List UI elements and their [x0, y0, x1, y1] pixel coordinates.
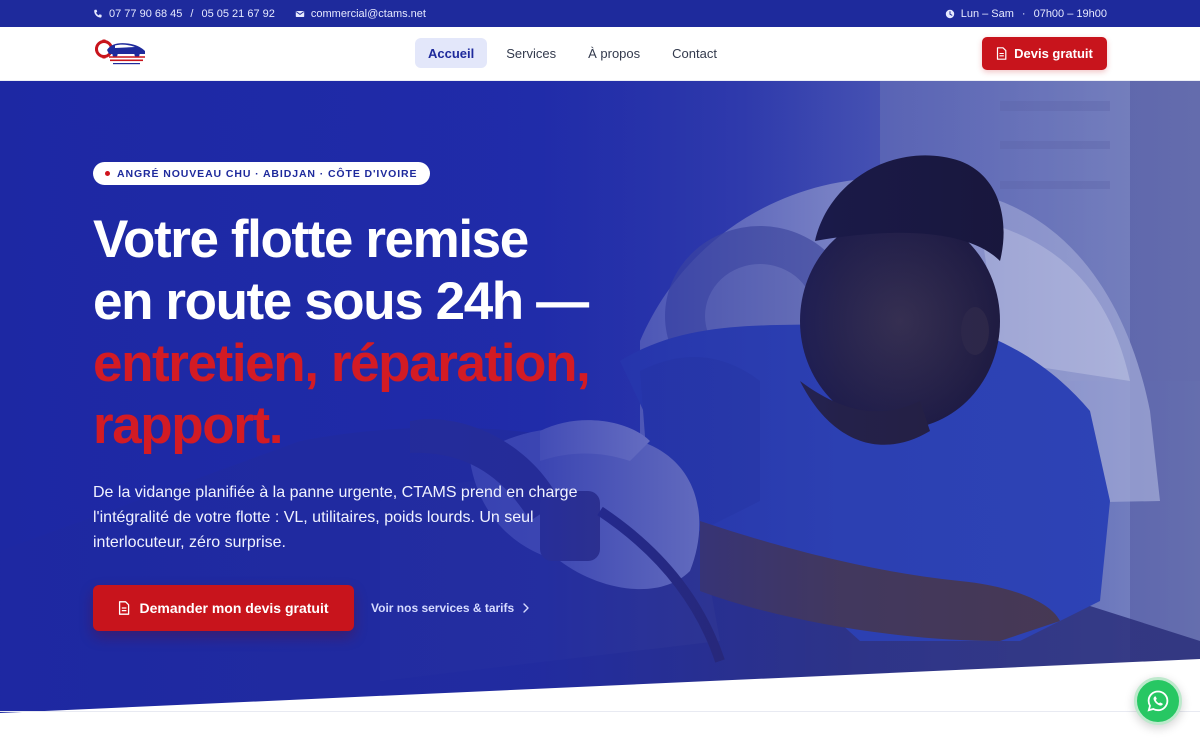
whatsapp-icon	[1146, 689, 1170, 713]
phone-2[interactable]: 05 05 21 67 92	[201, 8, 274, 20]
badge-dot-icon	[105, 171, 110, 176]
hero-lead-paragraph: De la vidange planifiée à la panne urgen…	[93, 484, 578, 551]
phone-icon	[93, 9, 103, 19]
hero-section: ANGRÉ NOUVEAU CHU · ABIDJAN · CÔTE D'IVO…	[0, 81, 1200, 750]
phone-1[interactable]: 07 77 90 68 45	[109, 8, 182, 20]
top-info-bar: 07 77 90 68 45 / 05 05 21 67 92 commerci…	[0, 0, 1200, 27]
hours-days: Lun – Sam	[960, 7, 1014, 20]
hours-dot: ·	[1021, 7, 1026, 20]
nav-contact[interactable]: Contact	[659, 38, 730, 68]
main-navbar: Accueil Services À propos Contact Devis …	[0, 27, 1200, 81]
contact-info: 07 77 90 68 45 / 05 05 21 67 92 commerci…	[93, 0, 426, 27]
document-icon	[118, 601, 130, 615]
chevron-right-icon	[522, 603, 530, 613]
ctams-logo[interactable]	[93, 35, 149, 71]
hero-title: Votre flotte remise en route sous 24h — …	[93, 209, 653, 457]
email-address[interactable]: commercial@ctams.net	[311, 8, 426, 20]
services-tarifs-link[interactable]: Voir nos services & tarifs	[371, 585, 530, 631]
document-icon	[996, 47, 1007, 60]
request-quote-button[interactable]: Demander mon devis gratuit	[93, 585, 354, 631]
phone-contact[interactable]: 07 77 90 68 45 / 05 05 21 67 92	[93, 8, 275, 20]
location-text: ANGRÉ NOUVEAU CHU · ABIDJAN · CÔTE D'IVO…	[117, 167, 418, 180]
services-tarifs-label: Voir nos services & tarifs	[371, 601, 515, 615]
email-contact[interactable]: commercial@ctams.net	[295, 8, 426, 20]
hero-title-line-4: rapport.	[93, 396, 283, 455]
hero-title-line-1: Votre flotte remise	[93, 210, 529, 269]
main-nav: Accueil Services À propos Contact	[415, 38, 730, 68]
nav-accueil[interactable]: Accueil	[415, 38, 488, 68]
opening-hours: Lun – Sam · 07h00 – 19h00	[945, 0, 1107, 27]
phone-separator: /	[190, 7, 194, 20]
hero-title-line-2: en route sous 24h —	[93, 272, 589, 331]
nav-services[interactable]: Services	[493, 38, 569, 68]
clock-icon	[945, 9, 955, 19]
location-badge: ANGRÉ NOUVEAU CHU · ABIDJAN · CÔTE D'IVO…	[93, 162, 431, 185]
mail-icon	[295, 9, 305, 19]
devis-gratuit-button[interactable]: Devis gratuit	[982, 37, 1107, 70]
devis-gratuit-label: Devis gratuit	[1014, 46, 1093, 61]
request-quote-label: Demander mon devis gratuit	[139, 600, 329, 616]
nav-a-propos[interactable]: À propos	[575, 38, 653, 68]
whatsapp-button[interactable]	[1134, 677, 1182, 725]
hours-time: 07h00 – 19h00	[1033, 7, 1107, 20]
hero-title-line-3: entretien, réparation,	[93, 334, 591, 393]
